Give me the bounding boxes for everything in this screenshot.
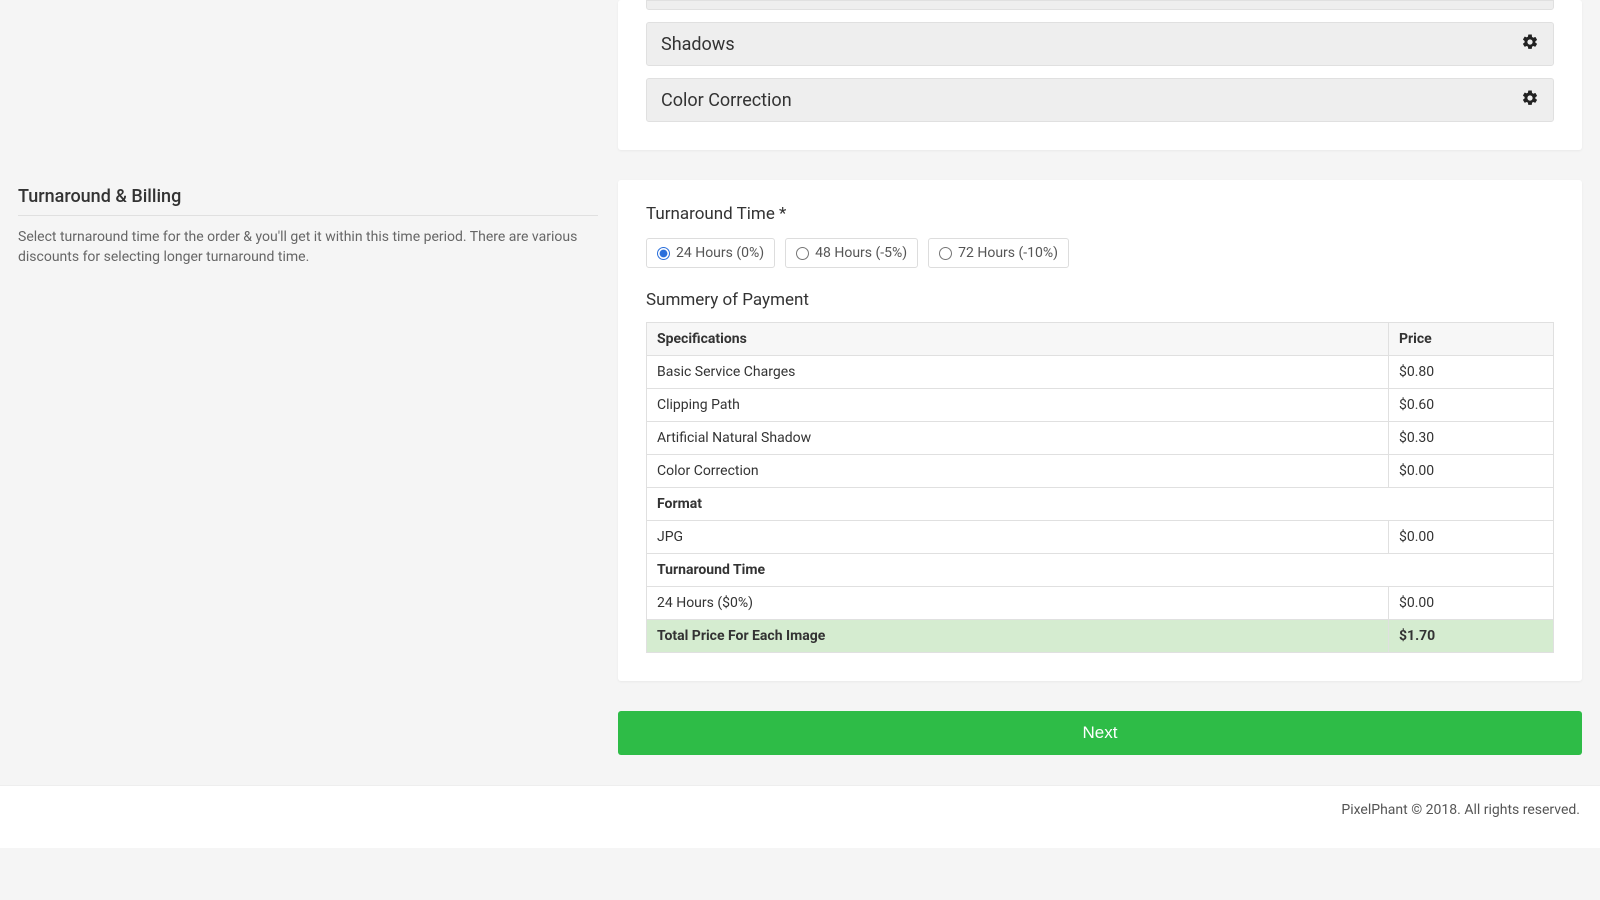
turnaround-option-48-label: 48 Hours (-5%) [815,245,907,261]
table-row: Basic Service Charges $0.80 [647,356,1554,389]
row-clipping-label: Clipping Path [647,389,1389,422]
turnaround-option-72[interactable]: 72 Hours (-10%) [928,238,1069,268]
accordion-color-correction-label: Color Correction [661,90,792,111]
row-clipping-price: $0.60 [1389,389,1554,422]
summary-header-spec: Specifications [647,323,1389,356]
turnaround-radio-group: 24 Hours (0%) 48 Hours (-5%) 72 Hours (-… [646,238,1554,268]
summary-heading: Summery of Payment [646,290,1554,310]
accordion-color-correction[interactable]: Color Correction [646,78,1554,122]
row-jpg-price: $0.00 [1389,521,1554,554]
turnaround-option-24[interactable]: 24 Hours (0%) [646,238,775,268]
table-row: 24 Hours ($0%) $0.00 [647,587,1554,620]
table-row: JPG $0.00 [647,521,1554,554]
summary-table: Specifications Price Basic Service Charg… [646,322,1554,653]
table-row: Color Correction $0.00 [647,455,1554,488]
accordion-shadows[interactable]: Shadows [646,22,1554,66]
turnaround-option-24-label: 24 Hours (0%) [676,245,764,261]
table-row: Format [647,488,1554,521]
row-total-label: Total Price For Each Image [647,620,1389,653]
row-shadow-price: $0.30 [1389,422,1554,455]
accordion-shadows-label: Shadows [661,34,735,55]
row-jpg-label: JPG [647,521,1389,554]
row-color-price: $0.00 [1389,455,1554,488]
footer-text: PixelPhant © 2018. All rights reserved. [0,785,1600,848]
turnaround-radio-72[interactable] [939,247,952,260]
turnaround-billing-title: Turnaround & Billing [18,186,598,216]
row-color-label: Color Correction [647,455,1389,488]
row-basic-label: Basic Service Charges [647,356,1389,389]
table-row-total: Total Price For Each Image $1.70 [647,620,1554,653]
turnaround-option-48[interactable]: 48 Hours (-5%) [785,238,918,268]
row-basic-price: $0.80 [1389,356,1554,389]
table-row: Clipping Path $0.60 [647,389,1554,422]
row-shadow-label: Artificial Natural Shadow [647,422,1389,455]
gear-icon[interactable] [1521,89,1539,111]
row-format-header: Format [647,488,1554,521]
gear-icon[interactable] [1521,33,1539,55]
accordion-placeholder [646,0,1554,10]
row-tat-label: 24 Hours ($0%) [647,587,1389,620]
turnaround-billing-description: Select turnaround time for the order & y… [18,228,598,267]
turnaround-radio-24[interactable] [657,247,670,260]
turnaround-option-72-label: 72 Hours (-10%) [958,245,1058,261]
table-row: Turnaround Time [647,554,1554,587]
next-button[interactable]: Next [618,711,1582,755]
summary-header-price: Price [1389,323,1554,356]
turnaround-radio-48[interactable] [796,247,809,260]
row-total-price: $1.70 [1389,620,1554,653]
turnaround-time-heading: Turnaround Time * [646,180,1554,224]
table-row: Artificial Natural Shadow $0.30 [647,422,1554,455]
row-tat-price: $0.00 [1389,587,1554,620]
row-turnaround-header: Turnaround Time [647,554,1554,587]
